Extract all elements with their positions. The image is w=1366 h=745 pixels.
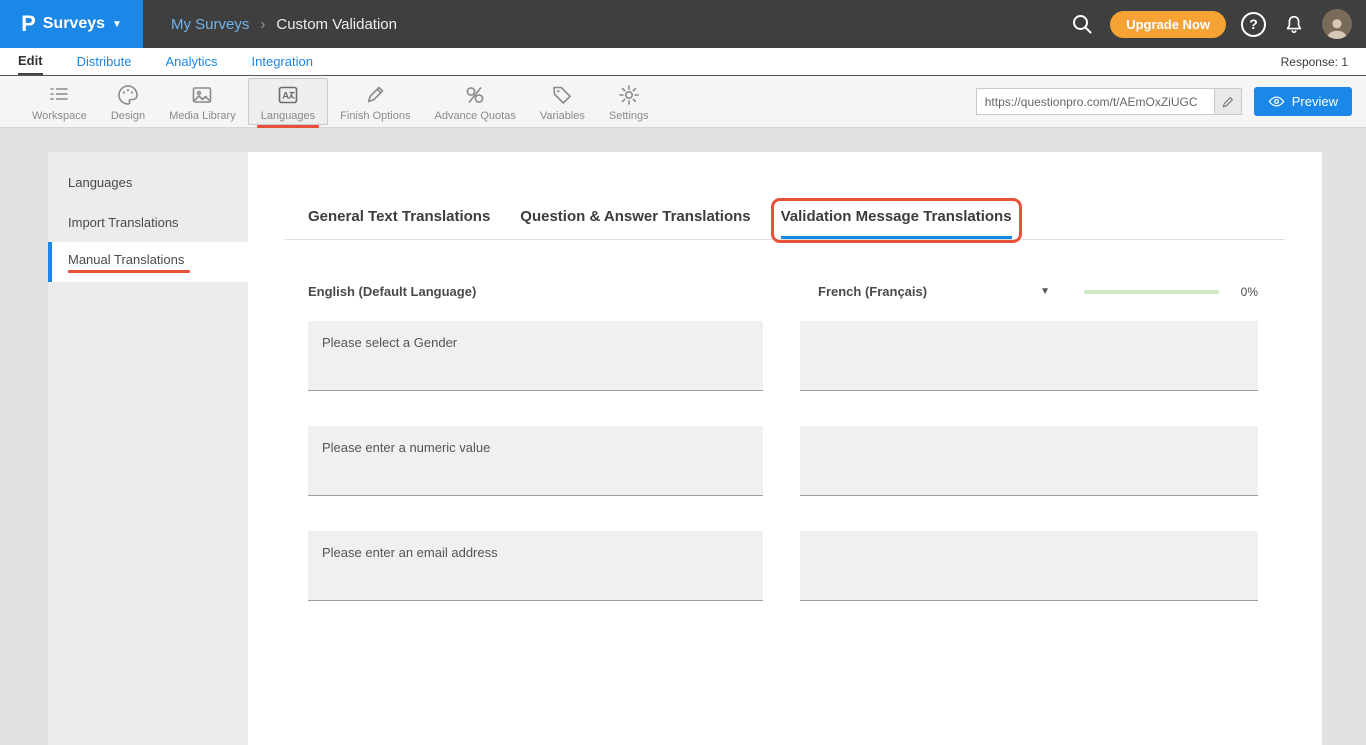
notifications-bell-icon[interactable] xyxy=(1281,11,1307,37)
sidebar-item-manual-translations[interactable]: Manual Translations xyxy=(48,242,248,282)
tab-validation-message-translations[interactable]: Validation Message Translations xyxy=(781,208,1012,239)
toolbar-item-settings[interactable]: Settings xyxy=(597,79,661,124)
chevron-down-icon: ▼ xyxy=(112,19,122,30)
annotation-underline-languages xyxy=(257,125,319,128)
search-icon[interactable] xyxy=(1069,11,1095,37)
source-language-header: English (Default Language) xyxy=(308,284,763,299)
tab-general-text-translations[interactable]: General Text Translations xyxy=(308,208,490,239)
nav-tab-distribute[interactable]: Distribute xyxy=(77,50,132,74)
toolbar-item-workspace[interactable]: Workspace xyxy=(20,79,99,124)
upgrade-now-button[interactable]: Upgrade Now xyxy=(1110,11,1226,38)
edit-url-pencil-icon[interactable] xyxy=(1214,88,1242,115)
toolbar-item-design[interactable]: Design xyxy=(99,79,157,124)
toolbar-item-advance-quotas[interactable]: Advance Quotas xyxy=(422,79,527,124)
toolbar-item-variables[interactable]: Variables xyxy=(528,79,597,124)
top-bar: P Surveys ▼ My Surveys › Custom Validati… xyxy=(0,0,1366,48)
workspace-icon xyxy=(47,83,71,107)
translation-input-gender[interactable] xyxy=(800,321,1258,391)
media-library-image-icon xyxy=(190,83,214,107)
nav-tab-edit[interactable]: Edit xyxy=(18,49,43,75)
manual-translations-panel: General Text Translations Question & Ans… xyxy=(248,152,1322,745)
surveys-product-menu[interactable]: P Surveys ▼ xyxy=(0,0,143,48)
translation-row: Please select a Gender xyxy=(248,321,1322,391)
translation-input-email[interactable] xyxy=(800,531,1258,601)
response-count: Response: 1 xyxy=(1281,55,1348,69)
sidebar-item-label: Manual Translations xyxy=(68,252,248,267)
survey-url-input[interactable] xyxy=(976,88,1214,115)
sidebar-item-languages[interactable]: Languages xyxy=(48,162,248,202)
toolbar-label: Workspace xyxy=(32,110,87,122)
sidebar-item-label: Import Translations xyxy=(68,215,248,230)
toolbar-item-finish-options[interactable]: Finish Options xyxy=(328,79,422,124)
toolbar-label: Settings xyxy=(609,110,649,122)
nav-tab-integration[interactable]: Integration xyxy=(252,50,313,74)
topbar-actions: Upgrade Now ? xyxy=(1069,9,1366,39)
edit-toolbar: Workspace Design Media Library A xyxy=(0,76,1366,128)
translation-input-numeric[interactable] xyxy=(800,426,1258,496)
source-text-gender: Please select a Gender xyxy=(308,321,763,391)
variables-tag-icon xyxy=(550,83,574,107)
toolbar-item-languages[interactable]: A Languages xyxy=(248,78,328,125)
design-palette-icon xyxy=(116,83,140,107)
translation-tabs: General Text Translations Question & Ans… xyxy=(285,208,1285,240)
tab-question-answer-translations[interactable]: Question & Answer Translations xyxy=(520,208,750,239)
translation-row: Please enter a numeric value xyxy=(248,426,1322,496)
product-name: Surveys xyxy=(43,15,105,33)
breadcrumb: My Surveys › Custom Validation xyxy=(171,16,397,33)
source-text-email: Please enter an email address xyxy=(308,531,763,601)
advance-quotas-icon xyxy=(463,83,487,107)
toolbar-item-media-library[interactable]: Media Library xyxy=(157,79,248,124)
target-language-header: French (Français) ▼ 0% xyxy=(800,284,1258,299)
tab-label: Validation Message Translations xyxy=(781,208,1012,225)
languages-sidebar: Languages Import Translations Manual Tra… xyxy=(48,152,248,745)
user-avatar[interactable] xyxy=(1322,9,1352,39)
sidebar-item-label: Languages xyxy=(68,175,248,190)
source-text-numeric: Please enter a numeric value xyxy=(308,426,763,496)
survey-section-nav: Edit Distribute Analytics Integration Re… xyxy=(0,48,1366,76)
languages-translate-icon: A xyxy=(276,83,300,107)
target-language-dropdown[interactable]: French (Français) ▼ xyxy=(818,284,1050,299)
breadcrumb-separator-icon: › xyxy=(260,16,265,33)
sidebar-item-import-translations[interactable]: Import Translations xyxy=(48,202,248,242)
preview-button[interactable]: Preview xyxy=(1254,87,1352,116)
translation-row: Please enter an email address xyxy=(248,531,1322,601)
translation-progress-percent: 0% xyxy=(1241,285,1258,299)
toolbar-label: Languages xyxy=(261,110,315,122)
toolbar-label: Advance Quotas xyxy=(434,110,515,122)
chevron-down-icon: ▼ xyxy=(1040,286,1050,297)
language-header-row: English (Default Language) French (Franç… xyxy=(248,284,1322,299)
settings-gear-icon xyxy=(617,83,641,107)
target-language-selected: French (Français) xyxy=(818,284,927,299)
breadcrumb-current: Custom Validation xyxy=(276,16,397,33)
help-button[interactable]: ? xyxy=(1241,12,1266,37)
nav-tab-analytics[interactable]: Analytics xyxy=(165,50,217,74)
main-area: Languages Import Translations Manual Tra… xyxy=(48,152,1322,745)
toolbar-right: Preview xyxy=(976,87,1352,116)
toolbar-label: Finish Options xyxy=(340,110,410,122)
toolbar-label: Variables xyxy=(540,110,585,122)
toolbar-label: Media Library xyxy=(169,110,236,122)
finish-options-pencil-icon xyxy=(363,83,387,107)
preview-label: Preview xyxy=(1292,94,1338,109)
eye-icon xyxy=(1268,93,1285,110)
toolbar-label: Design xyxy=(111,110,145,122)
breadcrumb-my-surveys[interactable]: My Surveys xyxy=(171,16,249,33)
survey-url-group xyxy=(976,88,1242,115)
translation-progress-bar xyxy=(1084,290,1219,294)
annotation-underline-manual-translations xyxy=(68,270,190,273)
svg-text:A: A xyxy=(282,91,289,102)
questionpro-logo-icon: P xyxy=(21,11,36,37)
